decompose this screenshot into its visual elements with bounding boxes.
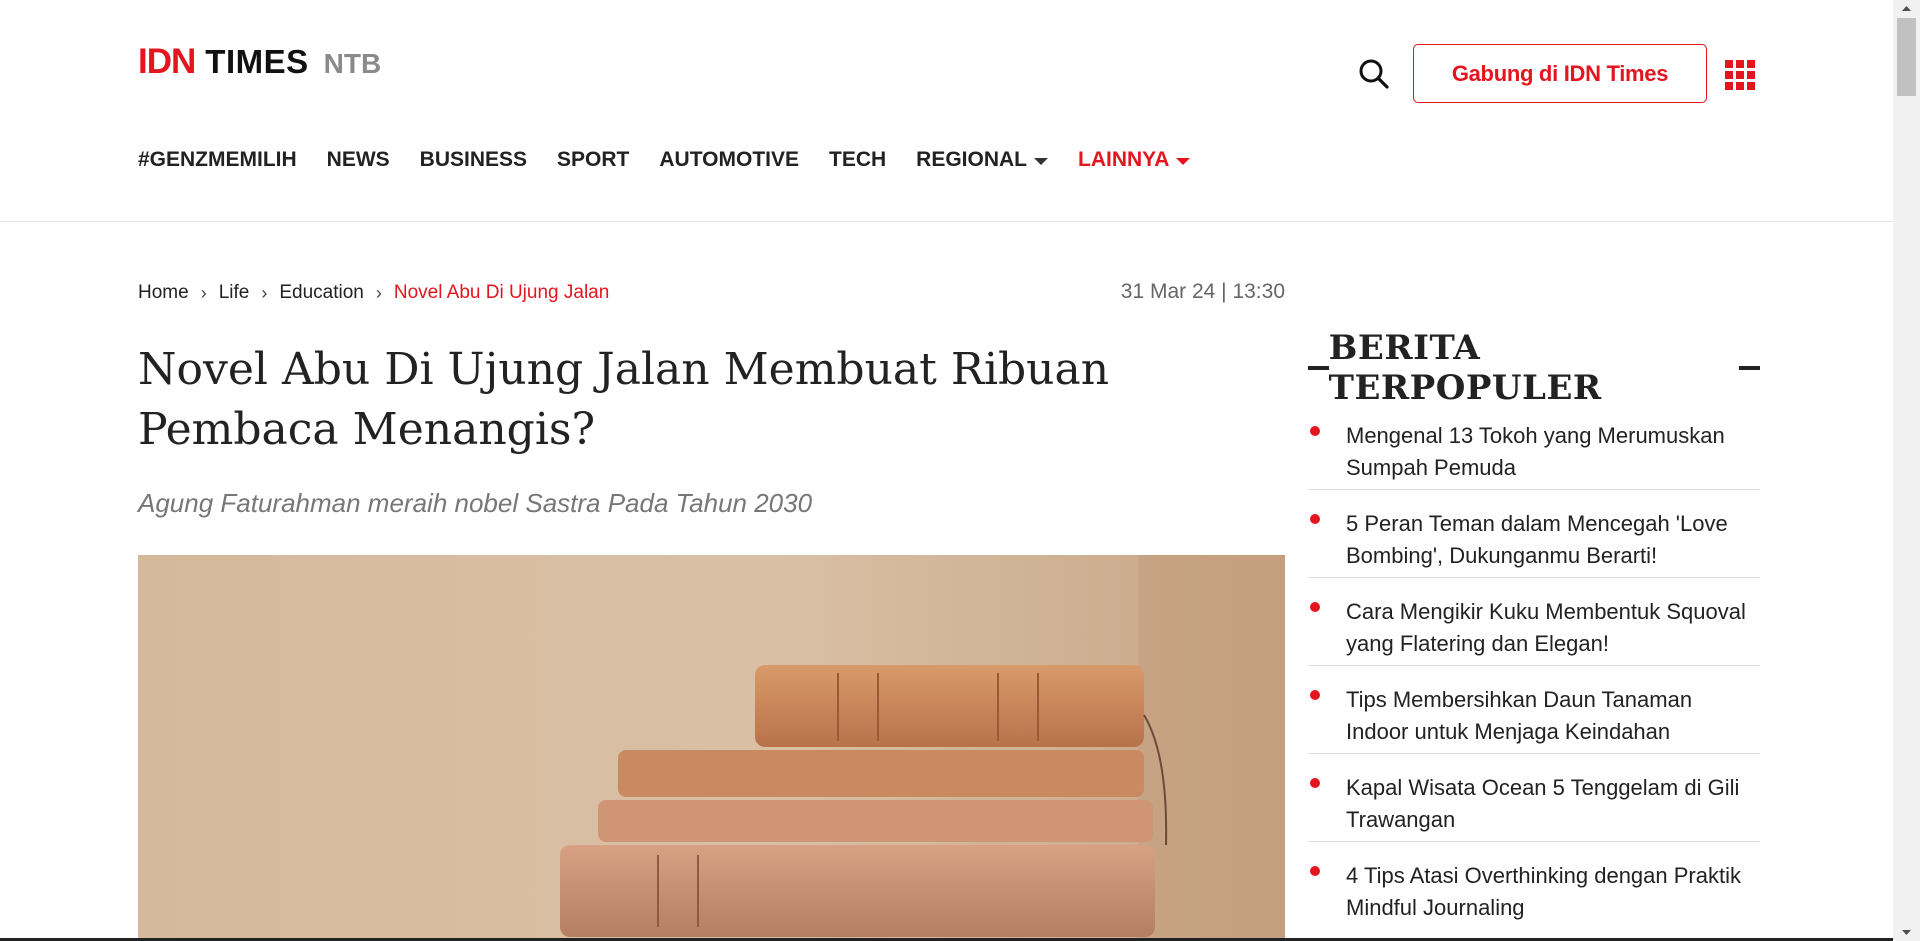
- bullet-dot-icon: [1310, 690, 1320, 700]
- breadcrumb: Home › Life › Education › Novel Abu Di U…: [138, 282, 609, 304]
- article-subtitle: Agung Faturahman meraih nobel Sastra Pad…: [138, 488, 813, 518]
- nav-label: AUTOMOTIVE: [659, 148, 799, 171]
- books-illustration: [138, 555, 1285, 941]
- caret-down-icon: [1034, 157, 1049, 165]
- scroll-up-arrow-icon[interactable]: [1893, 0, 1920, 17]
- logo-region: NTB: [323, 48, 382, 79]
- popular-item[interactable]: Tips Membersihkan Daun Tanaman Indoor un…: [1308, 678, 1760, 754]
- nav-item-regional[interactable]: REGIONAL: [916, 148, 1049, 172]
- popular-header: BERITA TERPOPULER: [1308, 328, 1760, 408]
- nav-item-news[interactable]: NEWS: [327, 148, 390, 172]
- bullet-dot-icon: [1310, 866, 1320, 876]
- chevron-right-icon: ›: [375, 282, 382, 303]
- popular-item-title: 4 Tips Atasi Overthinking dengan Praktik…: [1346, 863, 1741, 920]
- chevron-right-icon: ›: [261, 282, 268, 303]
- nav-label: NEWS: [326, 148, 390, 171]
- search-icon: [1359, 59, 1389, 89]
- nav-item-lainnya[interactable]: LAINNYA: [1078, 148, 1191, 172]
- nav-item-genzmemilih[interactable]: #GENZMEMILIH: [138, 148, 297, 172]
- popular-title: BERITA TERPOPULER: [1328, 328, 1602, 408]
- caret-down-icon: [1176, 157, 1191, 165]
- popular-item[interactable]: Kapal Wisata Ocean 5 Tenggelam di Gili T…: [1308, 766, 1760, 842]
- popular-item[interactable]: Cara Mengikir Kuku Membentuk Squoval yan…: [1308, 590, 1760, 666]
- popular-item-title: 5 Peran Teman dalam Mencegah 'Love Bombi…: [1346, 511, 1728, 568]
- nav-item-tech[interactable]: TECH: [829, 148, 886, 172]
- popular-item-title: Cara Mengikir Kuku Membentuk Squoval yan…: [1346, 599, 1746, 656]
- nav-item-sport[interactable]: SPORT: [557, 148, 629, 172]
- bullet-dot-icon: [1310, 602, 1320, 612]
- popular-item-title: Kapal Wisata Ocean 5 Tenggelam di Gili T…: [1346, 775, 1740, 832]
- popular-item[interactable]: 4 Tips Atasi Overthinking dengan Praktik…: [1308, 854, 1760, 930]
- join-button[interactable]: Gabung di IDN Times: [1413, 44, 1707, 103]
- nav-item-automotive[interactable]: AUTOMOTIVE: [659, 148, 799, 172]
- search-button[interactable]: [1358, 58, 1390, 90]
- breadcrumb-life[interactable]: Life: [219, 282, 250, 304]
- vertical-scrollbar[interactable]: [1893, 0, 1920, 941]
- popular-item-title: Mengenal 13 Tokoh yang Merumuskan Sumpah…: [1346, 423, 1725, 480]
- main-nav: #GENZMEMILIH NEWS BUSINESS SPORT AUTOMOT…: [138, 148, 1220, 172]
- apps-grid-icon[interactable]: [1725, 60, 1755, 90]
- nav-label: REGIONAL: [916, 148, 1028, 171]
- popular-item[interactable]: Mengenal 13 Tokoh yang Merumuskan Sumpah…: [1308, 414, 1760, 490]
- breadcrumb-education[interactable]: Education: [279, 282, 364, 304]
- header-dash: [1308, 366, 1329, 370]
- logo-idn: IDN: [138, 42, 196, 81]
- header-dash: [1739, 366, 1760, 370]
- bullet-dot-icon: [1310, 426, 1320, 436]
- site-logo[interactable]: IDN TIMES NTB: [138, 42, 381, 82]
- chevron-right-icon: ›: [200, 282, 207, 303]
- page: IDN TIMES NTB Gabung di IDN Times #GENZM…: [0, 0, 1893, 941]
- popular-item[interactable]: 5 Peran Teman dalam Mencegah 'Love Bombi…: [1308, 502, 1760, 578]
- bullet-dot-icon: [1310, 778, 1320, 788]
- site-header: IDN TIMES NTB Gabung di IDN Times #GENZM…: [0, 0, 1893, 222]
- nav-label: TECH: [829, 148, 887, 171]
- breadcrumb-current[interactable]: Novel Abu Di Ujung Jalan: [394, 282, 609, 304]
- logo-times: TIMES: [205, 43, 309, 80]
- nav-item-business[interactable]: BUSINESS: [420, 148, 527, 172]
- bullet-dot-icon: [1310, 514, 1320, 524]
- scrollbar-thumb[interactable]: [1897, 18, 1916, 96]
- breadcrumb-home[interactable]: Home: [138, 282, 189, 304]
- nav-label: #GENZMEMILIH: [138, 148, 297, 171]
- scroll-down-arrow-icon[interactable]: [1893, 924, 1920, 941]
- article-title: Novel Abu Di Ujung Jalan Membuat Ribuan …: [138, 344, 1110, 455]
- popular-list: Mengenal 13 Tokoh yang Merumuskan Sumpah…: [1308, 414, 1760, 941]
- article-hero-image: [138, 555, 1285, 941]
- nav-label: SPORT: [557, 148, 630, 171]
- article-date: 31 Mar 24 | 13:30: [1120, 280, 1285, 303]
- popular-item-title: Tips Membersihkan Daun Tanaman Indoor un…: [1346, 687, 1693, 744]
- nav-label: BUSINESS: [419, 148, 528, 171]
- nav-label: LAINNYA: [1078, 148, 1170, 171]
